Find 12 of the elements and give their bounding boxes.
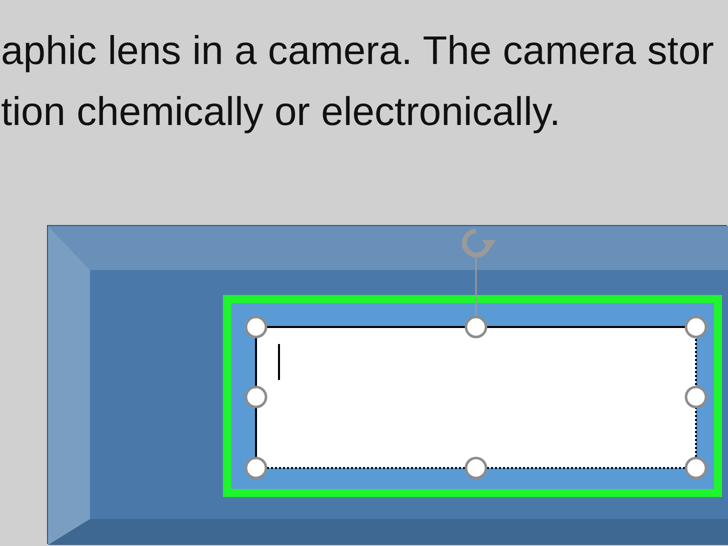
resize-handle[interactable] bbox=[244, 316, 268, 338]
resize-handle[interactable] bbox=[684, 456, 708, 480]
resize-handle[interactable] bbox=[684, 386, 708, 408]
resize-handle[interactable] bbox=[244, 386, 268, 408]
resize-handle[interactable] bbox=[684, 316, 708, 338]
resize-handle[interactable] bbox=[244, 456, 268, 480]
resize-handle[interactable] bbox=[464, 316, 488, 338]
text-box[interactable] bbox=[255, 326, 697, 469]
document-text-line: tion chemically or electronically. bbox=[1, 89, 560, 136]
document-text-line: aphic lens in a camera. The camera stor bbox=[1, 28, 714, 75]
resize-handle[interactable] bbox=[464, 456, 488, 480]
rotate-handle-icon[interactable] bbox=[462, 228, 496, 258]
